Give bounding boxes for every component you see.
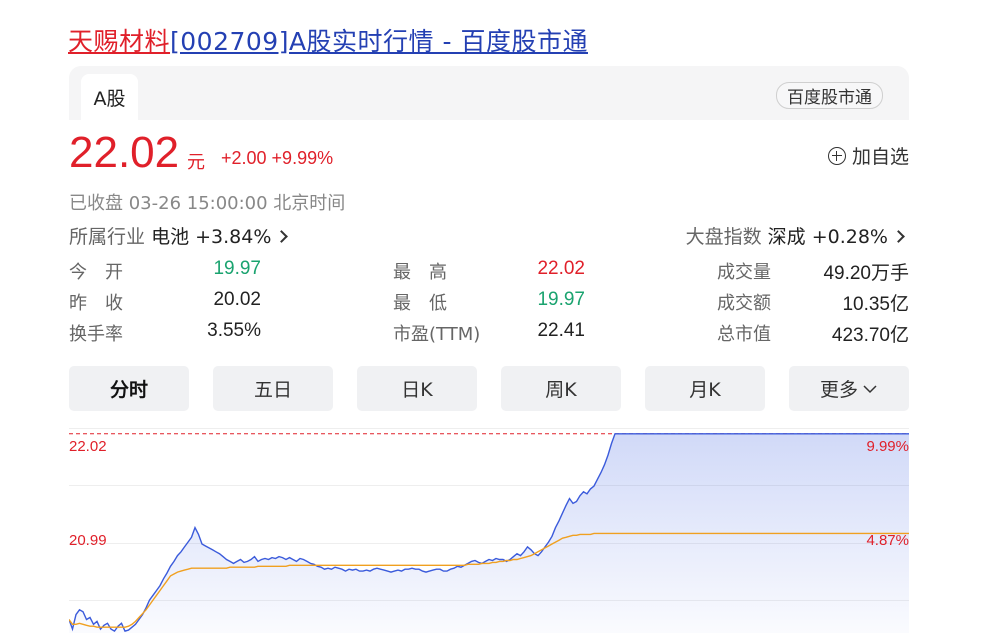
page-title[interactable]: 天赐材料[002709]A股实时行情 - 百度股市通 bbox=[68, 22, 588, 58]
stat-value: 22.41 bbox=[537, 320, 585, 341]
index-link[interactable]: 大盘指数 深成 +0.28% bbox=[685, 222, 905, 249]
tab-monthly-k[interactable]: 月K bbox=[645, 366, 765, 411]
tab-more[interactable]: 更多 bbox=[789, 366, 909, 411]
tab-intraday[interactable]: 分时 bbox=[69, 366, 189, 411]
chevron-right-icon bbox=[275, 230, 289, 243]
market-status: 已收盘 03-26 15:00:00 北京时间 bbox=[69, 193, 346, 214]
stat-label: 成交量 bbox=[717, 262, 771, 283]
add-circle-icon bbox=[827, 146, 846, 165]
stat-label: 成交额 bbox=[717, 293, 771, 314]
stats-row: 昨 收 20.02 最 低 19.97 成交额 10.35亿 bbox=[69, 289, 909, 315]
stat-label: 昨 收 bbox=[69, 293, 123, 314]
tab-weekly-k[interactable]: 周K bbox=[501, 366, 621, 411]
price-change: +2.00 +9.99% bbox=[221, 148, 334, 168]
stock-name-link[interactable]: 天赐材料 bbox=[68, 27, 170, 56]
tab-more-label: 更多 bbox=[819, 379, 858, 401]
industry-link[interactable]: 所属行业 电池 +3.84% bbox=[69, 222, 289, 249]
stat-value: 19.97 bbox=[213, 258, 261, 279]
stat-value: 20.02 bbox=[213, 289, 261, 310]
industry-value: 电池 +3.84% bbox=[151, 226, 272, 248]
stat-value: 49.20万手 bbox=[823, 263, 909, 284]
stat-label: 总市值 bbox=[717, 324, 771, 345]
stats-row: 今 开 19.97 最 高 22.02 成交量 49.20万手 bbox=[69, 258, 909, 284]
tab-five-day[interactable]: 五日 bbox=[213, 366, 333, 411]
source-badge[interactable]: 百度股市通 bbox=[776, 82, 883, 109]
y2-label-high: 9.99% bbox=[866, 438, 909, 455]
tab-daily-k[interactable]: 日K bbox=[357, 366, 477, 411]
stat-value: 10.35亿 bbox=[842, 294, 909, 315]
quote-card: A股 百度股市通 22.02 元 +2.00 +9.99% 加自选 已收盘 03… bbox=[69, 66, 909, 633]
index-label: 大盘指数 bbox=[685, 226, 762, 248]
stat-label: 今 开 bbox=[69, 262, 123, 283]
y-label-high: 22.02 bbox=[69, 438, 107, 455]
stat-value: 3.55% bbox=[207, 320, 261, 341]
price-unit: 元 bbox=[187, 152, 205, 173]
y2-label-avg: 4.87% bbox=[866, 532, 909, 549]
stats-row: 换手率 3.55% 市盈(TTM) 22.41 总市值 423.70亿 bbox=[69, 320, 909, 346]
add-watchlist-button[interactable]: 加自选 bbox=[827, 142, 909, 169]
stat-label: 市盈(TTM) bbox=[393, 324, 481, 345]
tab-a-share[interactable]: A股 bbox=[81, 74, 138, 120]
intraday-chart-svg bbox=[69, 428, 909, 633]
stat-label: 换手率 bbox=[69, 324, 123, 345]
industry-label: 所属行业 bbox=[69, 226, 146, 248]
stat-label: 最 低 bbox=[393, 293, 447, 314]
current-price: 22.02 bbox=[69, 128, 180, 177]
period-tabs: 分时 五日 日K 周K 月K 更多 bbox=[69, 366, 909, 411]
stat-value: 22.02 bbox=[537, 258, 585, 279]
title-link[interactable]: [002709]A股实时行情 - 百度股市通 bbox=[170, 27, 588, 56]
stat-label: 最 高 bbox=[393, 262, 447, 283]
stat-value: 19.97 bbox=[537, 289, 585, 310]
chevron-down-icon bbox=[863, 384, 877, 393]
y-label-avg: 20.99 bbox=[69, 532, 107, 549]
intraday-chart[interactable]: 22.02 20.99 9.99% 4.87% bbox=[69, 428, 909, 633]
index-value: 深成 +0.28% bbox=[767, 226, 888, 248]
add-watchlist-label: 加自选 bbox=[851, 146, 909, 168]
chevron-right-icon bbox=[892, 230, 905, 243]
market-tabbar: A股 百度股市通 bbox=[69, 66, 909, 120]
stat-value: 423.70亿 bbox=[831, 325, 909, 346]
